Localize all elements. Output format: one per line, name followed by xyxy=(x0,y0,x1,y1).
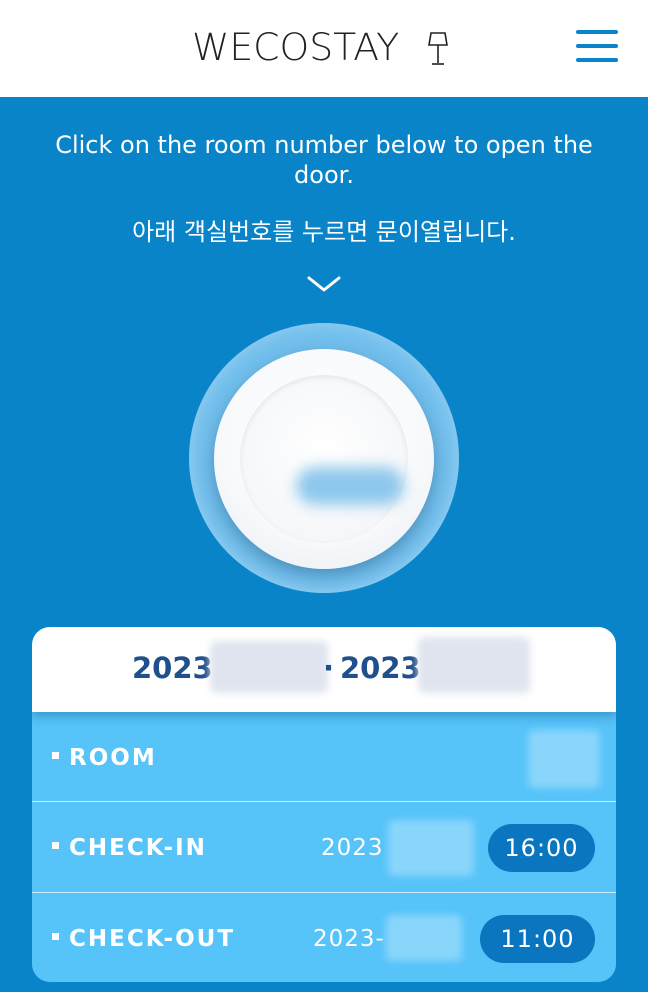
logo[interactable]: WECOSTAY xyxy=(192,28,448,68)
room-number xyxy=(296,467,404,505)
room-label: ROOM xyxy=(52,743,157,773)
date-separator: · xyxy=(323,651,335,685)
redacted-date xyxy=(388,820,474,876)
check-in-date: 2023 xyxy=(321,835,384,861)
menu-button[interactable] xyxy=(574,27,620,65)
open-door-button[interactable] xyxy=(214,349,434,569)
chevron-down-icon xyxy=(307,276,341,292)
check-out-time: 11:00 xyxy=(480,915,595,963)
instruction-korean: 아래 객실번호를 누르면 문이열립니다. xyxy=(132,218,516,246)
check-in-time: 16:00 xyxy=(488,824,595,872)
check-in-label: CHECK-IN xyxy=(52,833,207,863)
stay-info-card: 2023 · 2023 ROOM CHECK-IN 2023 16:00 CHE… xyxy=(32,627,616,982)
hamburger-menu-icon xyxy=(576,30,618,34)
redacted-date xyxy=(418,637,530,693)
date-start: 2023 xyxy=(132,651,213,685)
check-in-row: CHECK-IN 2023 16:00 xyxy=(32,802,616,892)
date-end: 2023 xyxy=(340,651,421,685)
lamp-icon xyxy=(428,32,448,65)
header: WECOSTAY xyxy=(0,0,648,97)
room-row: ROOM xyxy=(32,712,616,802)
hamburger-menu-icon xyxy=(576,44,618,48)
stay-date-header: 2023 · 2023 xyxy=(32,627,616,712)
check-out-row: CHECK-OUT 2023- 11:00 xyxy=(32,893,616,982)
logo-text: WECOSTAY xyxy=(192,26,400,69)
check-out-date: 2023- xyxy=(313,926,385,952)
redacted-room xyxy=(528,730,600,788)
check-out-label: CHECK-OUT xyxy=(52,924,235,954)
instruction-english: Click on the room number below to open t… xyxy=(55,131,593,189)
date-range: 2023 · 2023 xyxy=(32,627,616,712)
door-button-face xyxy=(240,375,408,543)
redacted-date xyxy=(386,915,462,961)
redacted-date xyxy=(210,641,328,693)
hamburger-menu-icon xyxy=(576,58,618,62)
